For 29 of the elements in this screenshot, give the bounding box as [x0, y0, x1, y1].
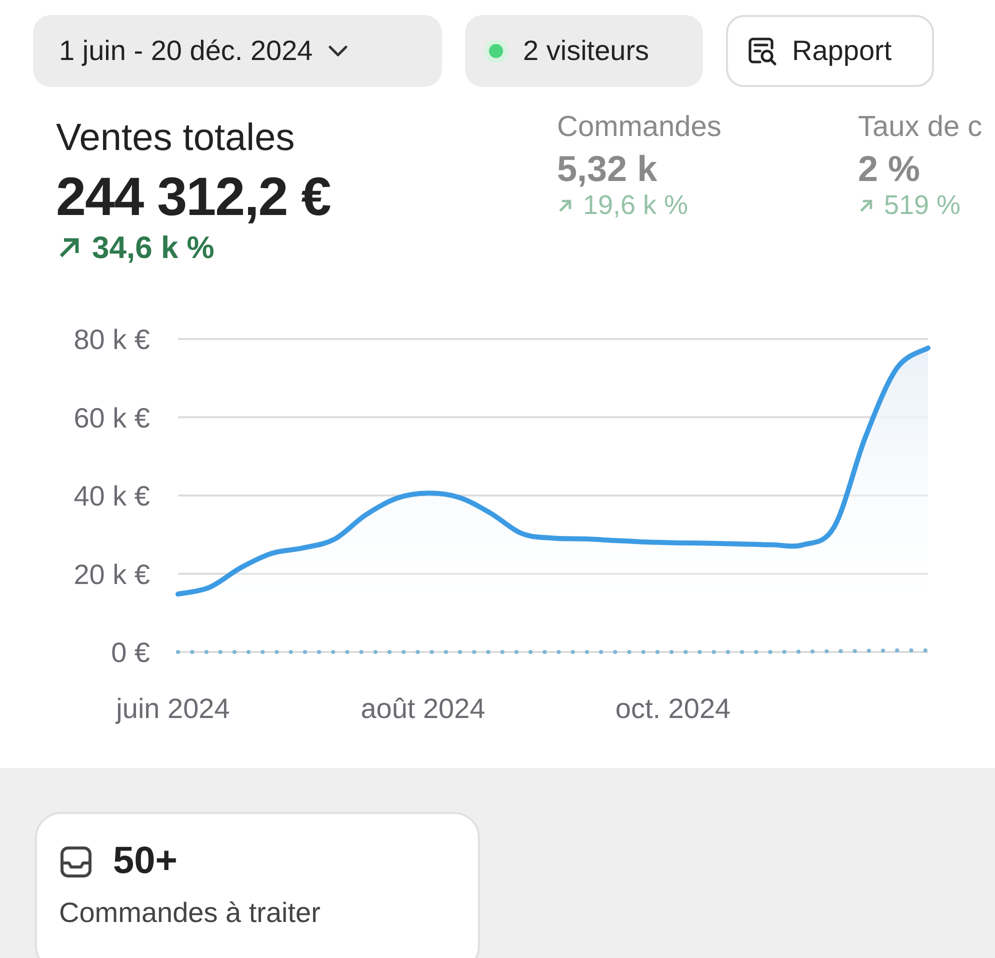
visitors-button[interactable]: 2 visiteurs: [465, 15, 703, 87]
y-axis-label: 0 €: [111, 637, 150, 668]
report-button[interactable]: Rapport: [726, 15, 934, 87]
x-axis-label: juin 2024: [116, 693, 230, 724]
y-axis-label: 80 k €: [74, 324, 150, 355]
x-axis-label: oct. 2024: [615, 693, 731, 724]
orders-count: 50+: [113, 840, 178, 883]
status-dot-icon: [483, 38, 509, 64]
y-axis-label: 60 k €: [74, 402, 150, 434]
chevron-down-icon: [326, 44, 349, 58]
arrow-up-right-icon: [557, 198, 573, 214]
trend-percentage: 19,6 k %: [583, 190, 688, 221]
metric-value: 5,32 k: [557, 148, 658, 190]
report-search-icon: [746, 35, 778, 67]
inbox-icon: [59, 844, 93, 878]
trend-percentage: 34,6 k %: [92, 230, 214, 266]
metric-label: Taux de c: [858, 111, 982, 144]
metric-value: 244 312,2 €: [56, 166, 330, 228]
arrow-up-right-icon: [858, 198, 874, 214]
x-axis-label: août 2024: [360, 693, 486, 724]
metric-label: Ventes totales: [56, 117, 295, 160]
orders-label: Commandes à traiter: [59, 897, 322, 929]
y-axis-label: 40 k €: [74, 480, 150, 512]
y-axis-label: 20 k €: [74, 558, 150, 590]
metric-label: Commandes: [557, 111, 722, 144]
date-range-button[interactable]: 1 juin - 20 déc. 2024: [33, 15, 442, 87]
metric-value: 2 %: [858, 148, 920, 190]
orders-card[interactable]: 50+ Commandes à traiter: [35, 812, 480, 958]
trend-percentage: 519 %: [884, 190, 961, 221]
